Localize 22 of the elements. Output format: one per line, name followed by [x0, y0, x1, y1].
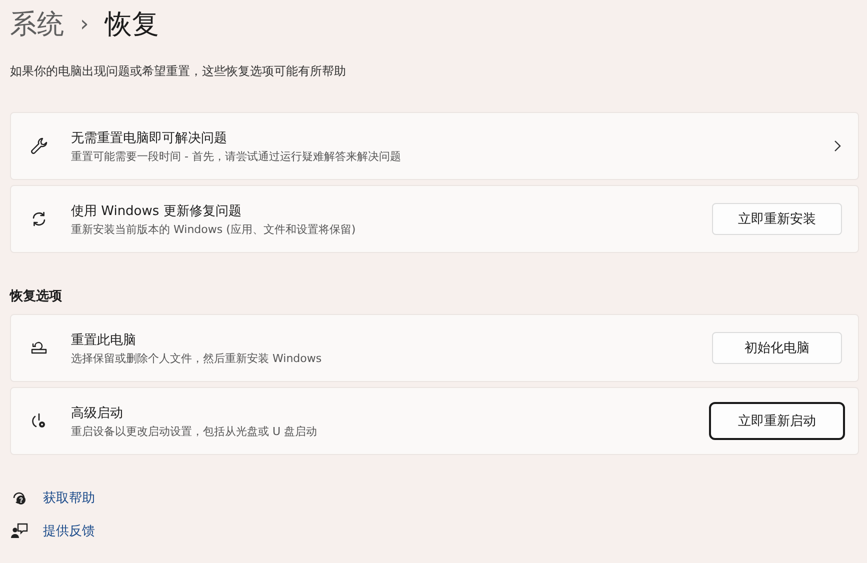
action-button[interactable]: 初始化电脑 [712, 332, 842, 364]
link[interactable]: 获取帮助 [43, 489, 95, 507]
feedback-icon [10, 522, 28, 540]
settings-card[interactable]: 无需重置电脑即可解决问题 重置可能需要一段时间 - 首先，请尝试通过运行疑难解答来解决问题 [10, 112, 859, 180]
breadcrumb-separator: › [80, 12, 89, 36]
action-button[interactable]: 立即重新安装 [712, 203, 842, 235]
card-title: 无需重置电脑即可解决问题 [71, 130, 228, 146]
card-description: 重置可能需要一段时间 - 首先，请尝试通过运行疑难解答来解决问题 [71, 148, 402, 164]
action-button[interactable]: 立即重新启动 [709, 402, 845, 440]
card-title: 使用 Windows 更新修复问题 [71, 202, 242, 220]
card-description: 重启设备以更改启动设置，包括从光盘或 U 盘启动 [71, 424, 318, 438]
card-description: 选择保留或删除个人文件，然后重新安装 Windows [71, 350, 323, 366]
card-description: 重新安装当前版本的 Windows (应用、文件和设置将保留) [71, 222, 357, 236]
page-title: 恢复 [104, 8, 159, 42]
page-description: 如果你的电脑出现问题或希望重置，这些恢复选项可能有所帮助 [10, 63, 347, 80]
breadcrumb-parent[interactable]: 系统 [10, 6, 64, 42]
section-heading: 恢复选项 [10, 288, 63, 305]
link[interactable]: 提供反馈 [43, 522, 95, 540]
wrench-icon [29, 136, 49, 156]
chevron-right-icon [832, 139, 842, 153]
card-title: 重置此电脑 [71, 332, 137, 348]
card-title: 高级启动 [71, 404, 124, 422]
